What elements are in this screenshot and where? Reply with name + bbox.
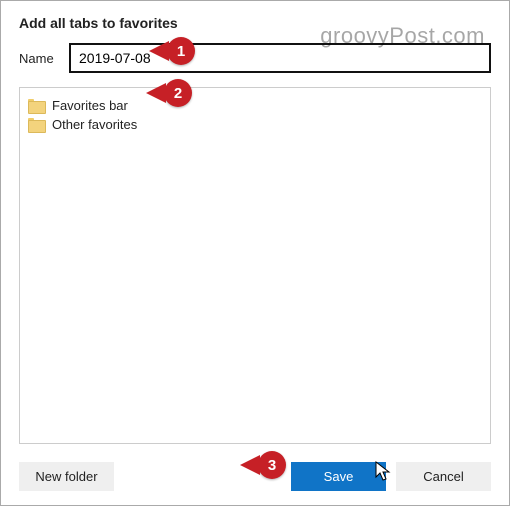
name-row: Name [19, 43, 491, 73]
cancel-button[interactable]: Cancel [396, 462, 491, 491]
name-label: Name [19, 51, 69, 66]
folder-icon [28, 99, 44, 112]
folder-label: Favorites bar [52, 98, 128, 113]
button-row: New folder Save Cancel [19, 462, 491, 491]
add-favorites-dialog: Add all tabs to favorites Name Favorites… [1, 1, 509, 505]
dialog-title: Add all tabs to favorites [19, 15, 491, 31]
folder-item[interactable]: Favorites bar [26, 96, 484, 115]
save-button[interactable]: Save [291, 462, 386, 491]
folder-item[interactable]: Other favorites [26, 115, 484, 134]
new-folder-button[interactable]: New folder [19, 462, 114, 491]
name-input[interactable] [69, 43, 491, 73]
folder-tree[interactable]: Favorites bar Other favorites [19, 87, 491, 444]
folder-icon [28, 118, 44, 131]
folder-label: Other favorites [52, 117, 137, 132]
